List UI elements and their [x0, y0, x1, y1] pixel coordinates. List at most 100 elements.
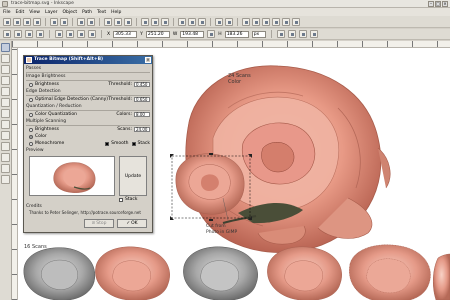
brightness-row[interactable]: Brightness Threshold: 0.450: [26, 81, 150, 88]
edge-row[interactable]: Optimal Edge Detection (Canny) Threshold…: [26, 96, 150, 103]
scale-corners-icon[interactable]: [287, 30, 296, 38]
clone-icon[interactable]: [188, 17, 196, 26]
preferences-icon[interactable]: [282, 17, 290, 26]
export-icon[interactable]: [60, 17, 68, 26]
ungroup-icon[interactable]: [225, 17, 233, 26]
scans-field[interactable]: 24.00: [134, 127, 150, 132]
node-tool-icon[interactable]: [1, 54, 10, 63]
duplicate-icon[interactable]: [178, 17, 186, 26]
pen-tool-icon[interactable]: [1, 131, 10, 140]
y-field[interactable]: 251.20: [145, 30, 170, 38]
stop-button[interactable]: ⊘ Stop: [84, 219, 114, 228]
paste-icon[interactable]: [124, 17, 132, 26]
group-icon[interactable]: [215, 17, 223, 26]
brightness-threshold-field[interactable]: 0.450: [134, 82, 150, 87]
lower-to-bottom-icon[interactable]: [88, 30, 96, 38]
transform-gradients-icon[interactable]: [298, 30, 307, 38]
menu-view[interactable]: View: [29, 10, 40, 15]
menu-text[interactable]: Text: [97, 10, 106, 15]
rectangle-tool-icon[interactable]: [1, 76, 10, 85]
menu-path[interactable]: Path: [82, 10, 92, 15]
rotate-ccw-icon[interactable]: [3, 30, 11, 38]
rotate-cw-icon[interactable]: [14, 30, 22, 38]
redo-icon[interactable]: [87, 17, 95, 26]
selector-tool-icon[interactable]: [1, 43, 10, 52]
toolbar-separator: [210, 17, 211, 26]
dialog-titlebar[interactable]: Trace Bitmap (Shift+Alt+B) ×: [24, 56, 152, 64]
stack-checkbox[interactable]: [131, 141, 136, 146]
cut-icon[interactable]: [114, 17, 122, 26]
mono-radio[interactable]: [29, 141, 33, 146]
smooth-checkbox[interactable]: [105, 141, 110, 146]
ok-button[interactable]: ✓ OK: [117, 219, 147, 228]
flip-horizontal-icon[interactable]: [25, 30, 33, 38]
save-icon[interactable]: [23, 17, 31, 26]
raise-to-top-icon[interactable]: [55, 30, 63, 38]
dialog-body: Passes Image Brightness Brightness Thres…: [24, 64, 152, 216]
unlink-clone-icon[interactable]: [198, 17, 206, 26]
import-icon[interactable]: [50, 17, 58, 26]
edge-radio[interactable]: [29, 97, 33, 102]
raise-icon[interactable]: [66, 30, 74, 38]
quant-radio[interactable]: [29, 112, 33, 117]
lower-icon[interactable]: [77, 30, 85, 38]
lock-icon[interactable]: [207, 30, 216, 38]
text-tool-icon[interactable]: [1, 153, 10, 162]
new-document-icon[interactable]: [3, 17, 11, 26]
zoom-page-icon[interactable]: [161, 17, 169, 26]
document-properties-icon[interactable]: [292, 17, 300, 26]
scan-rose-6: [433, 253, 450, 300]
text-font-icon[interactable]: [252, 17, 260, 26]
print-icon[interactable]: [33, 17, 41, 26]
menu-edit[interactable]: Edit: [16, 10, 25, 15]
zoom-tool-icon[interactable]: [1, 65, 10, 74]
copy-icon[interactable]: [104, 17, 112, 26]
height-field[interactable]: 183.26: [224, 30, 249, 38]
spiral-tool-icon[interactable]: [1, 109, 10, 118]
align-icon[interactable]: [272, 17, 280, 26]
flip-vertical-icon[interactable]: [36, 30, 44, 38]
ellipse-tool-icon[interactable]: [1, 87, 10, 96]
xml-editor-icon[interactable]: [262, 17, 270, 26]
scale-stroke-icon[interactable]: [276, 30, 285, 38]
section-brightness: Image Brightness: [26, 73, 150, 81]
fill-stroke-icon[interactable]: [242, 17, 250, 26]
menu-file[interactable]: File: [3, 10, 11, 15]
multi-brightness-row[interactable]: Brightness Scans: 24.00: [26, 126, 150, 133]
preview-stack-checkbox[interactable]: [119, 197, 123, 202]
colors-field[interactable]: 8.00: [134, 112, 150, 117]
pencil-tool-icon[interactable]: [1, 120, 10, 129]
gradient-tool-icon[interactable]: [1, 164, 10, 173]
menu-object[interactable]: Object: [62, 10, 77, 15]
update-preview-button[interactable]: Update: [119, 156, 147, 196]
multi-brightness-radio[interactable]: [29, 127, 33, 132]
maximize-icon[interactable]: □: [435, 1, 441, 7]
zoom-drawing-icon[interactable]: [151, 17, 159, 26]
undo-icon[interactable]: [77, 17, 85, 26]
star-tool-icon[interactable]: [1, 98, 10, 107]
dropper-tool-icon[interactable]: [1, 175, 10, 184]
stack-label: Stack: [137, 141, 150, 146]
close-icon[interactable]: ×: [145, 57, 151, 63]
menu-layer[interactable]: Layer: [45, 10, 58, 15]
color-radio[interactable]: [29, 134, 33, 139]
mono-row[interactable]: Monochrome Smooth Stack: [26, 140, 150, 147]
close-icon[interactable]: ×: [442, 1, 448, 7]
x-field[interactable]: 305.33: [113, 30, 138, 38]
scan-rose-4: [267, 246, 342, 300]
open-icon[interactable]: [13, 17, 21, 26]
brightness-label: Brightness: [35, 82, 59, 87]
minimize-icon[interactable]: –: [428, 1, 434, 7]
brightness-radio[interactable]: [29, 82, 33, 87]
unit-select[interactable]: px: [251, 30, 266, 38]
transform-patterns-icon[interactable]: [309, 30, 318, 38]
edge-threshold-field[interactable]: 0.650: [134, 97, 150, 102]
width-field[interactable]: 193.48: [180, 30, 205, 38]
section-multiple-scanning: Multiple Scanning: [26, 118, 150, 126]
color-row[interactable]: Color: [26, 133, 150, 140]
quant-row[interactable]: Color Quantization Colors: 8.00: [26, 111, 150, 118]
horizontal-ruler[interactable]: [12, 41, 450, 48]
zoom-selection-icon[interactable]: [141, 17, 149, 26]
menu-help[interactable]: Help: [111, 10, 121, 15]
calligraphy-tool-icon[interactable]: [1, 142, 10, 151]
